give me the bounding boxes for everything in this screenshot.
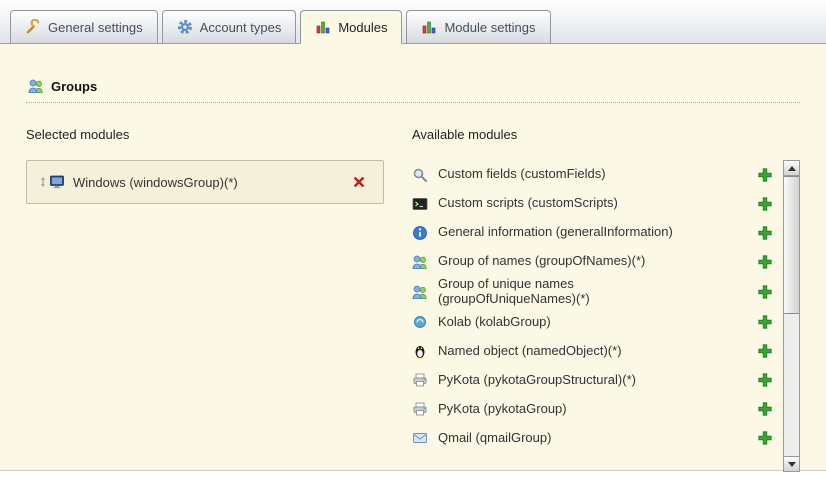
modules-icon	[315, 19, 331, 35]
available-modules-wrap: Custom fields (customFields) Custom scri…	[412, 160, 800, 472]
available-module-row: Group of unique names (groupOfUniqueName…	[412, 276, 783, 308]
gear-icon	[177, 19, 193, 35]
group-icon	[412, 254, 428, 270]
module-settings-icon	[421, 19, 437, 35]
scrollbar-down-button[interactable]	[784, 456, 799, 471]
available-modules-heading: Available modules	[412, 127, 800, 142]
add-module-button[interactable]	[757, 401, 773, 417]
tab-module-settings[interactable]: Module settings	[406, 10, 550, 44]
add-module-button[interactable]	[757, 372, 773, 388]
available-modules-column: Available modules Custom fields (customF…	[412, 127, 800, 472]
add-module-button[interactable]	[757, 343, 773, 359]
available-modules-scrollbar[interactable]	[783, 160, 800, 472]
printer-icon	[412, 372, 428, 388]
group-icon	[412, 284, 428, 300]
section-header: Groups	[26, 78, 800, 103]
groups-icon	[28, 78, 44, 94]
selected-module-row: Windows (windowsGroup)(*)	[33, 167, 377, 197]
available-module-row: PyKota (pykotaGroup)	[412, 395, 783, 424]
content-panel: Groups Selected modules Windows (windows…	[0, 43, 826, 471]
lam-configuration-page: General settings Account types Modules M…	[0, 0, 826, 481]
penguin-icon	[412, 343, 428, 359]
available-module-row: PyKota (pykotaGroupStructural)(*)	[412, 366, 783, 395]
windows-icon	[49, 174, 65, 190]
kolab-icon	[412, 314, 428, 330]
tab-bar: General settings Account types Modules M…	[0, 0, 826, 43]
add-module-button[interactable]	[757, 284, 773, 300]
available-module-row: Named object (namedObject)(*)	[412, 337, 783, 366]
modules-columns: Selected modules Windows (windowsGroup)(…	[26, 127, 800, 472]
available-modules-list: Custom fields (customFields) Custom scri…	[412, 160, 783, 472]
mail-icon	[412, 430, 428, 446]
add-module-button[interactable]	[757, 196, 773, 212]
available-module-row: Custom fields (customFields)	[412, 160, 783, 189]
info-icon	[412, 225, 428, 241]
tab-general-settings[interactable]: General settings	[10, 10, 158, 44]
tab-modules[interactable]: Modules	[300, 10, 402, 44]
wrench-icon	[25, 19, 41, 35]
magnifier-icon	[412, 167, 428, 183]
add-module-button[interactable]	[757, 430, 773, 446]
scrollbar-up-button[interactable]	[784, 161, 799, 176]
tab-account-types[interactable]: Account types	[162, 10, 297, 44]
selected-modules-heading: Selected modules	[26, 127, 384, 142]
printer-icon	[412, 401, 428, 417]
up-arrow-icon	[788, 166, 796, 171]
add-module-button[interactable]	[757, 314, 773, 330]
available-module-row: Kolab (kolabGroup)	[412, 308, 783, 337]
remove-module-button[interactable]	[351, 174, 367, 190]
selected-modules-column: Selected modules Windows (windowsGroup)(…	[26, 127, 384, 472]
add-module-button[interactable]	[757, 225, 773, 241]
scrollbar-thumb[interactable]	[784, 176, 799, 314]
section-title: Groups	[51, 79, 97, 94]
available-module-row: General information (generalInformation)	[412, 218, 783, 247]
drag-handle-icon[interactable]	[37, 174, 49, 190]
available-module-row: Custom scripts (customScripts)	[412, 189, 783, 218]
down-arrow-icon	[788, 462, 796, 467]
available-module-row: Group of names (groupOfNames)(*)	[412, 247, 783, 276]
selected-modules-box: Windows (windowsGroup)(*)	[26, 160, 384, 204]
terminal-icon	[412, 196, 428, 212]
add-module-button[interactable]	[757, 167, 773, 183]
available-module-row: Qmail (qmailGroup)	[412, 424, 783, 453]
add-module-button[interactable]	[757, 254, 773, 270]
